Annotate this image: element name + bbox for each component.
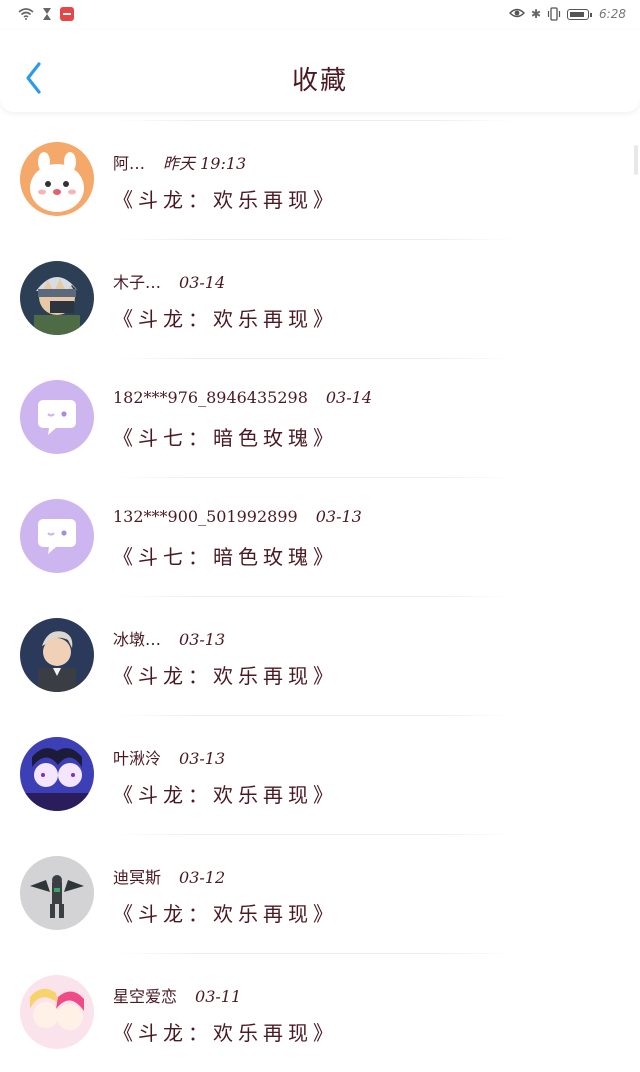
favorite-title: 《斗龙：欢乐再现》 bbox=[113, 188, 338, 212]
bluetooth-icon: ✱ bbox=[530, 7, 542, 21]
user-name: 星空爱恋 bbox=[113, 987, 178, 1006]
date: 03-13 bbox=[315, 507, 362, 526]
date: 03-13 bbox=[179, 749, 226, 768]
user-name: 阿… bbox=[113, 154, 146, 173]
user-name: 182***976_8946435298 bbox=[113, 388, 308, 407]
status-bar: ✱ 6:28 bbox=[0, 0, 640, 30]
favorite-title: 《斗龙：欢乐再现》 bbox=[113, 664, 338, 688]
date: 03-14 bbox=[325, 388, 372, 407]
scrollbar[interactable] bbox=[634, 145, 638, 175]
user-name: 迪冥斯 bbox=[113, 868, 162, 887]
date: 03-13 bbox=[179, 630, 226, 649]
avatar[interactable] bbox=[20, 499, 94, 573]
header: 收藏 bbox=[0, 30, 640, 112]
user-name: 木子… bbox=[113, 273, 162, 292]
user-name: 冰墩… bbox=[113, 630, 162, 649]
hourglass-icon bbox=[42, 7, 52, 21]
app-notification-icon bbox=[60, 7, 74, 21]
list-item[interactable]: 星空爱恋 03-11 《斗龙：欢乐再现》 bbox=[0, 953, 640, 1072]
wifi-icon bbox=[18, 8, 34, 20]
favorites-list: 阿… 昨天 19:13 《斗龙：欢乐再现》 木子… 03-14 《斗龙：欢乐再现》 … bbox=[0, 120, 640, 1072]
vibrate-icon bbox=[547, 7, 561, 21]
divider bbox=[115, 358, 515, 359]
favorite-title: 《斗龙：欢乐再现》 bbox=[113, 307, 338, 331]
avatar[interactable] bbox=[20, 618, 94, 692]
battery-icon bbox=[567, 8, 593, 20]
favorite-title: 《斗七：暗色玫瑰》 bbox=[113, 545, 338, 569]
favorite-title: 《斗龙：欢乐再现》 bbox=[113, 902, 338, 926]
list-item[interactable]: 迪冥斯 03-12 《斗龙：欢乐再现》 bbox=[0, 834, 640, 953]
list-item[interactable]: 132***900_501992899 03-13 《斗七：暗色玫瑰》 bbox=[0, 477, 640, 596]
favorite-title: 《斗龙：欢乐再现》 bbox=[113, 783, 338, 807]
avatar[interactable] bbox=[20, 856, 94, 930]
divider bbox=[115, 834, 515, 835]
user-name: 132***900_501992899 bbox=[113, 507, 298, 526]
avatar[interactable] bbox=[20, 142, 94, 216]
date: 昨天 19:13 bbox=[163, 154, 247, 173]
eye-icon bbox=[508, 7, 525, 21]
avatar[interactable] bbox=[20, 380, 94, 454]
date: 03-11 bbox=[195, 987, 242, 1006]
divider bbox=[115, 477, 515, 478]
list-item[interactable]: 阿… 昨天 19:13 《斗龙：欢乐再现》 bbox=[0, 120, 640, 239]
divider bbox=[115, 715, 515, 716]
user-name: 叶湫泠 bbox=[113, 749, 162, 768]
clock: 6:28 bbox=[599, 7, 626, 21]
favorite-title: 《斗七：暗色玫瑰》 bbox=[113, 426, 338, 450]
avatar[interactable] bbox=[20, 737, 94, 811]
divider bbox=[115, 120, 515, 121]
avatar[interactable] bbox=[20, 975, 94, 1049]
divider bbox=[115, 239, 515, 240]
page-title: 收藏 bbox=[291, 66, 348, 96]
list-item[interactable]: 冰墩… 03-13 《斗龙：欢乐再现》 bbox=[0, 596, 640, 715]
list-item[interactable]: 木子… 03-14 《斗龙：欢乐再现》 bbox=[0, 239, 640, 358]
avatar[interactable] bbox=[20, 261, 94, 335]
divider bbox=[115, 953, 515, 954]
divider bbox=[115, 596, 515, 597]
list-item[interactable]: 叶湫泠 03-13 《斗龙：欢乐再现》 bbox=[0, 715, 640, 834]
favorite-title: 《斗龙：欢乐再现》 bbox=[113, 1021, 338, 1045]
date: 03-14 bbox=[179, 273, 226, 292]
date: 03-12 bbox=[179, 868, 226, 887]
list-item[interactable]: 182***976_8946435298 03-14 《斗七：暗色玫瑰》 bbox=[0, 358, 640, 477]
